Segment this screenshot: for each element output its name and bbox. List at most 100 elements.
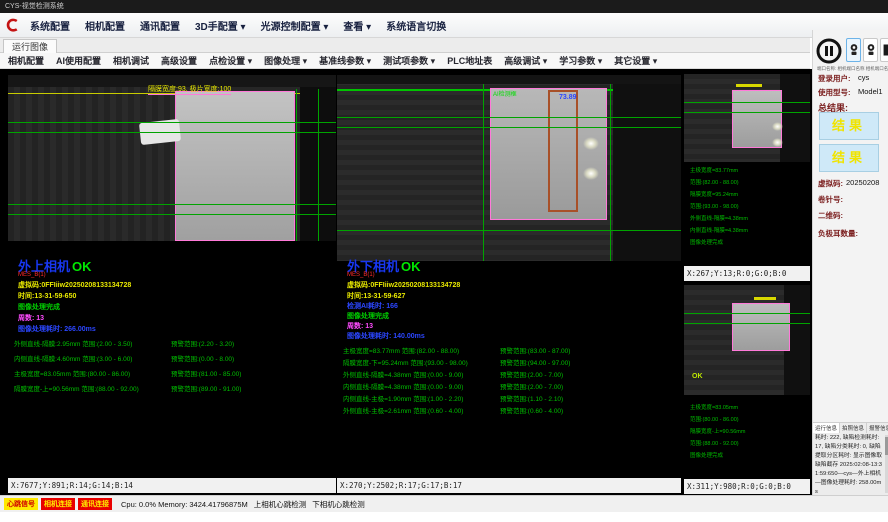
tool-image-processing[interactable]: 图像处理 ▾ bbox=[264, 54, 307, 67]
pause-button[interactable] bbox=[816, 38, 842, 64]
measurement-value: 隔膜宽度-下=95.24mm 范围:(93.00 - 98.00) bbox=[343, 360, 468, 367]
measurement-value: 外侧直线-隔膜:2.95mm 范围:(2.00 - 3.50) bbox=[14, 341, 132, 348]
measure-line bbox=[684, 313, 810, 314]
camera-view-outer-lower[interactable]: AI检测框 73.89 bbox=[337, 75, 681, 261]
tool-camera-debug[interactable]: 相机调试 bbox=[113, 54, 149, 67]
small-meas-line: 范围:(93.00 - 98.00) bbox=[690, 202, 739, 210]
measurement-warn: 预警范围:(83.00 - 87.00) bbox=[500, 345, 570, 355]
defect-roi-box bbox=[548, 90, 578, 212]
tool-test-params[interactable]: 测试项参数 ▾ bbox=[383, 54, 435, 67]
menu-3d-config[interactable]: 3D手配置 ▾ bbox=[195, 18, 246, 33]
elapsed-line: 图像处理耗时: 266.00ms bbox=[18, 324, 96, 334]
pixel-coordinate-bar: X:7677;Y:891;R:14;G:14;B:14 bbox=[8, 478, 336, 493]
measurement-row: 内侧直线-隔膜:4.60mm 范围:(3.00 - 6.00) 预警范围:(0.… bbox=[14, 353, 336, 363]
tab-run-image[interactable]: 运行图像 bbox=[3, 39, 57, 53]
lower-camera-heartbeat-status: 下相机心跳检测 bbox=[312, 499, 365, 510]
menu-language-switch[interactable]: 系统语言切换 bbox=[386, 18, 446, 33]
exit-button[interactable] bbox=[880, 38, 888, 62]
tool-baseline-params[interactable]: 基准线参数 ▾ bbox=[319, 54, 371, 67]
camera-panel-outer-lower: AI检测框 73.89 外下相机OK MES_B(1) 虚拟码:0FFIiiw2… bbox=[337, 70, 681, 494]
measure-line bbox=[337, 127, 681, 128]
model-label: 使用型号: bbox=[818, 87, 851, 98]
menu-view[interactable]: 查看 ▾ bbox=[343, 18, 371, 33]
result-box-upper: 结果 bbox=[819, 112, 879, 140]
camera-panel-outer-upper: 隔膜宽度:93, 极片宽度:100 外上相机OK MES_B(1) 虚拟码:0F… bbox=[8, 70, 336, 494]
log-tab-run-info[interactable]: 运行信息 bbox=[813, 423, 840, 433]
small-meas-line: 隔膜宽度=95.24mm bbox=[690, 190, 738, 198]
measure-line bbox=[8, 214, 336, 215]
machine-texture bbox=[8, 87, 176, 241]
pause-icon bbox=[816, 38, 842, 64]
log-tabs: 运行信息 拍照信息 报警信息 bbox=[813, 423, 888, 433]
status-bar: 心跳信号 相机连接 通讯连接 Cpu: 0.0% Memory: 3424.41… bbox=[0, 495, 888, 512]
menu-system-config[interactable]: 系统配置 bbox=[30, 18, 70, 33]
tool-spot-check[interactable]: 点检设置 ▾ bbox=[209, 54, 252, 67]
measurement-value: 外侧直线-隔膜=4.38mm 范围:(0.00 - 9.00) bbox=[343, 372, 463, 379]
camera-2-button[interactable] bbox=[863, 38, 878, 62]
tool-plc-table[interactable]: PLC地址表 bbox=[447, 54, 492, 67]
tool-learning-params[interactable]: 学习参数 ▾ bbox=[559, 54, 602, 67]
dark-right-region bbox=[613, 84, 681, 261]
yellow-marker bbox=[736, 84, 762, 87]
tool-camera-config[interactable]: 相机配置 bbox=[8, 54, 44, 67]
ai-elapsed-line: 检测AI耗时: 166 bbox=[347, 301, 398, 311]
measure-line bbox=[8, 204, 336, 205]
menu-light-control[interactable]: 光源控制配置 ▾ bbox=[261, 18, 329, 33]
small-meas-line: 图像处理完成 bbox=[690, 238, 723, 246]
log-tab-photo-info[interactable]: 拍照信息 bbox=[840, 423, 867, 433]
menu-comm-config[interactable]: 通讯配置 bbox=[140, 18, 180, 33]
measurement-value: 内侧直线-隔膜:4.60mm 范围:(3.00 - 6.00) bbox=[14, 356, 132, 363]
measurement-row: 主极宽度=83.77mm 范围:(82.00 - 88.00) 预警范围:(83… bbox=[343, 345, 681, 355]
measurement-warn: 预警范围:(2.00 - 7.00) bbox=[500, 369, 563, 379]
login-user-value: cys bbox=[858, 73, 869, 82]
elapsed-line: 图像处理耗时: 140.00ms bbox=[347, 331, 425, 341]
ai-score-value: 73.89 bbox=[559, 94, 577, 101]
pixel-coordinate-bar: X:270;Y:2502;R:17;G:17;B:17 bbox=[337, 478, 681, 493]
camera-view-small-top[interactable] bbox=[684, 74, 810, 162]
time-line: 时间:13-31-59-650 bbox=[18, 291, 76, 301]
log-text: 耗时: 222, 缺陷检测耗时: 17, 缺陷分类耗时: 0, 缺陷提取分区耗时… bbox=[815, 434, 883, 497]
camera-view-outer-upper[interactable]: 隔膜宽度:93, 极片宽度:100 bbox=[8, 75, 336, 241]
camera-1-button[interactable] bbox=[846, 38, 861, 62]
measure-line bbox=[337, 230, 681, 231]
time-line: 时间:13-31-59-627 bbox=[347, 291, 405, 301]
measure-line bbox=[684, 323, 810, 324]
measure-line bbox=[684, 102, 810, 103]
camera-icon bbox=[849, 43, 859, 57]
machine-top-band bbox=[337, 75, 681, 84]
model-value: Model1 bbox=[858, 87, 883, 96]
camera-panel-small-bottom: OK 主极宽度=83.05mm 范围:(80.00 - 86.00) 隔膜宽度-… bbox=[684, 283, 810, 494]
ai-box-label: AI检测框 bbox=[493, 89, 517, 98]
tool-advanced-settings[interactable]: 高级设置 bbox=[161, 54, 197, 67]
tab-strip: 运行图像 bbox=[0, 38, 810, 53]
overlay-width-label: 隔膜宽度:93, 极片宽度:100 bbox=[148, 84, 231, 95]
pixel-coordinate-bar: X:267;Y:13;R:0;G:0;B:0 bbox=[684, 266, 810, 281]
edge-line bbox=[610, 84, 611, 261]
tool-ai-config[interactable]: AI使用配置 bbox=[56, 54, 101, 67]
winding-pin-label: 卷针号: bbox=[818, 194, 843, 205]
measure-line bbox=[8, 132, 336, 133]
menu-bar: 系统配置 相机配置 通讯配置 3D手配置 ▾ 光源控制配置 ▾ 查看 ▾ 系统语… bbox=[0, 13, 888, 38]
tool-other-settings[interactable]: 其它设置 ▾ bbox=[614, 54, 657, 67]
result-ok-label: OK bbox=[72, 259, 92, 274]
measurement-value: 主极宽度=83.05mm 范围:(80.00 - 86.00) bbox=[14, 371, 130, 378]
camera-view-small-bottom[interactable]: OK bbox=[684, 285, 810, 395]
app-window: CYS-视觉检测系统 系统配置 相机配置 通讯配置 3D手配置 ▾ 光源控制配置… bbox=[0, 0, 888, 522]
small-meas-line: 主极宽度=83.77mm bbox=[690, 166, 738, 174]
tool-advanced-debug[interactable]: 高级调试 ▾ bbox=[504, 54, 547, 67]
cycle-line: 周数: 13 bbox=[18, 313, 44, 323]
result-box-lower: 结果 bbox=[819, 144, 879, 172]
measurement-row: 外侧直线-主极=2.61mm 范围:(0.60 - 4.00) 预警范围:(0.… bbox=[343, 405, 681, 415]
logout-door-icon bbox=[882, 43, 888, 57]
log-tab-alarm-info[interactable]: 报警信息 bbox=[867, 423, 888, 433]
measurement-value: 内侧直线-主极=1.90mm 范围:(1.00 - 2.20) bbox=[343, 396, 463, 403]
comm-link-badge: 通讯连接 bbox=[78, 498, 112, 510]
pixel-coordinate-bar: X:311;Y:980;R:0;G:0;B:0 bbox=[684, 479, 810, 494]
small-meas-line: 外侧直线-隔膜=4.38mm bbox=[690, 214, 748, 222]
measurement-row: 内侧直线-主极=1.90mm 范围:(1.00 - 2.20) 预警范围:(1.… bbox=[343, 393, 681, 403]
log-box: 运行信息 拍照信息 报警信息 耗时: 222, 缺陷检测耗时: 17, 缺陷分类… bbox=[813, 422, 888, 495]
edge-line bbox=[483, 84, 484, 261]
measurement-warn: 预警范围:(1.10 - 2.10) bbox=[500, 393, 563, 403]
menu-camera-config[interactable]: 相机配置 bbox=[85, 18, 125, 33]
measurement-value: 内侧直线-隔膜=4.38mm 范围:(0.00 - 9.00) bbox=[343, 384, 463, 391]
